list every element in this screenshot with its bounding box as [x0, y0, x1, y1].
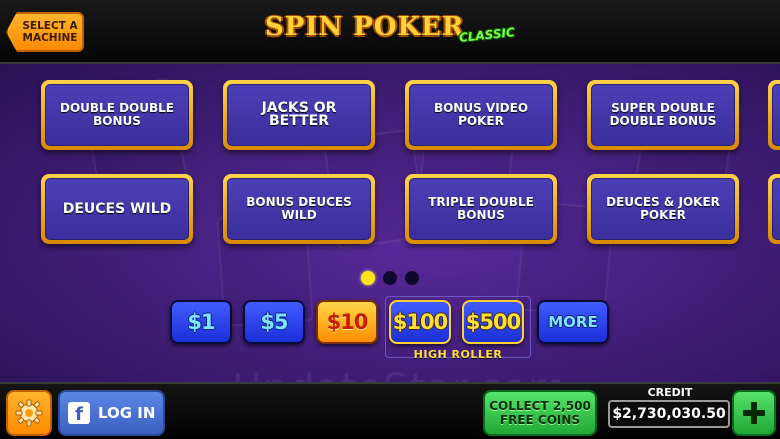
game-tile-face [772, 178, 780, 240]
facebook-login-button[interactable]: f LOG IN [58, 390, 165, 436]
game-tile-face: SUPER DOUBLE DOUBLE BONUS [591, 84, 735, 146]
credit-label: CREDIT [647, 386, 693, 399]
game-tile-face: DEUCES & JOKER POKER [591, 178, 735, 240]
top-bar: SELECT A MACHINE SPIN POKER CLASSIC [0, 0, 780, 64]
logo-title: SPIN POKER [265, 12, 465, 42]
select-machine-label-line1: SELECT A [22, 20, 78, 32]
game-tile-face: JACKS OR BETTER [227, 84, 371, 146]
game-tile-bonus-video-poker[interactable]: BONUS VIDEO POKER [405, 80, 557, 150]
game-tile-face: BONUS VIDEO POKER [409, 84, 553, 146]
bottom-bar: f LOG IN COLLECT 2,500 FREE COINS CREDIT… [0, 382, 780, 439]
game-tile-label: DEUCES WILD [62, 200, 172, 217]
page-dot-3[interactable] [405, 271, 419, 285]
settings-button[interactable] [6, 390, 52, 436]
game-tile-label: TRIPLE DOUBLE BONUS [428, 195, 534, 222]
game-tile-double-double-bonus[interactable]: DOUBLE DOUBLE BONUS [41, 80, 193, 150]
denom-label: $100 [392, 310, 448, 334]
denom-label: MORE [548, 313, 598, 331]
select-machine-label: SELECT A MACHINE [22, 20, 77, 44]
denom-button-10[interactable]: $10 [316, 300, 378, 344]
spin-poker-logo: SPIN POKER CLASSIC [265, 8, 525, 56]
facebook-icon: f [68, 402, 90, 425]
collect-free-coins-button[interactable]: COLLECT 2,500 FREE COINS [483, 390, 597, 436]
game-tile-label: SUPER DOUBLE DOUBLE BONUS [609, 101, 717, 128]
more-denoms-button[interactable]: MORE [537, 300, 609, 344]
game-tile-triple-double-bonus[interactable]: TRIPLE DOUBLE BONUS [405, 174, 557, 244]
page-dot-1[interactable] [361, 271, 375, 285]
game-tile-label: DEUCES & JOKER POKER [606, 195, 720, 222]
select-machine-button[interactable]: SELECT A MACHINE [6, 12, 84, 52]
game-tile-label: DOUBLE DOUBLE BONUS [60, 101, 174, 128]
credit-value: $2,730,030.50 [612, 406, 726, 422]
game-tile-deuces-joker-poker[interactable]: DEUCES & JOKER POKER [587, 174, 739, 244]
game-tile-super-double-double-bonus[interactable]: SUPER DOUBLE DOUBLE BONUS [587, 80, 739, 150]
gear-icon [15, 399, 43, 427]
game-tile-face [772, 84, 780, 146]
login-label: LOG IN [98, 404, 156, 422]
select-machine-label-line2: MACHINE [22, 32, 78, 44]
game-tile-face: DEUCES WILD [45, 178, 189, 240]
collect-label-line2: FREE COINS [499, 413, 581, 427]
denom-label: $5 [260, 310, 288, 334]
collect-label-line1: COLLECT 2,500 [489, 399, 591, 413]
game-tile-deuces-wild[interactable]: DEUCES WILD [41, 174, 193, 244]
credit-display: $2,730,030.50 [608, 400, 730, 428]
denom-button-5[interactable]: $5 [243, 300, 305, 344]
game-tile-label: BONUS VIDEO POKER [433, 101, 529, 128]
game-tile-face: TRIPLE DOUBLE BONUS [409, 178, 553, 240]
game-tile-next-partial[interactable] [768, 80, 780, 150]
game-tile-bonus-deuces-wild[interactable]: BONUS DEUCES WILD [223, 174, 375, 244]
denom-button-1[interactable]: $1 [170, 300, 232, 344]
add-credit-button[interactable] [732, 390, 776, 436]
plus-icon [743, 402, 765, 424]
denom-button-500[interactable]: $500 [462, 300, 524, 344]
denom-label: $1 [187, 310, 215, 334]
page-dot-2[interactable] [383, 271, 397, 285]
high-roller-label: HIGH ROLLER [413, 348, 503, 361]
game-tile-label: BONUS DEUCES WILD [246, 195, 352, 222]
denom-button-100[interactable]: $100 [389, 300, 451, 344]
game-tile-face: DOUBLE DOUBLE BONUS [45, 84, 189, 146]
game-tile-label: JACKS OR BETTER [261, 100, 337, 129]
game-tile-jacks-or-better[interactable]: JACKS OR BETTER [223, 80, 375, 150]
denom-label: $500 [465, 310, 521, 334]
logo-subtitle: CLASSIC [458, 25, 516, 45]
game-tile-face: BONUS DEUCES WILD [227, 178, 371, 240]
game-selection-area: DOUBLE DOUBLE BONUS JACKS OR BETTER BONU… [0, 64, 780, 382]
game-tile-next-partial[interactable] [768, 174, 780, 244]
denom-label: $10 [326, 310, 369, 334]
